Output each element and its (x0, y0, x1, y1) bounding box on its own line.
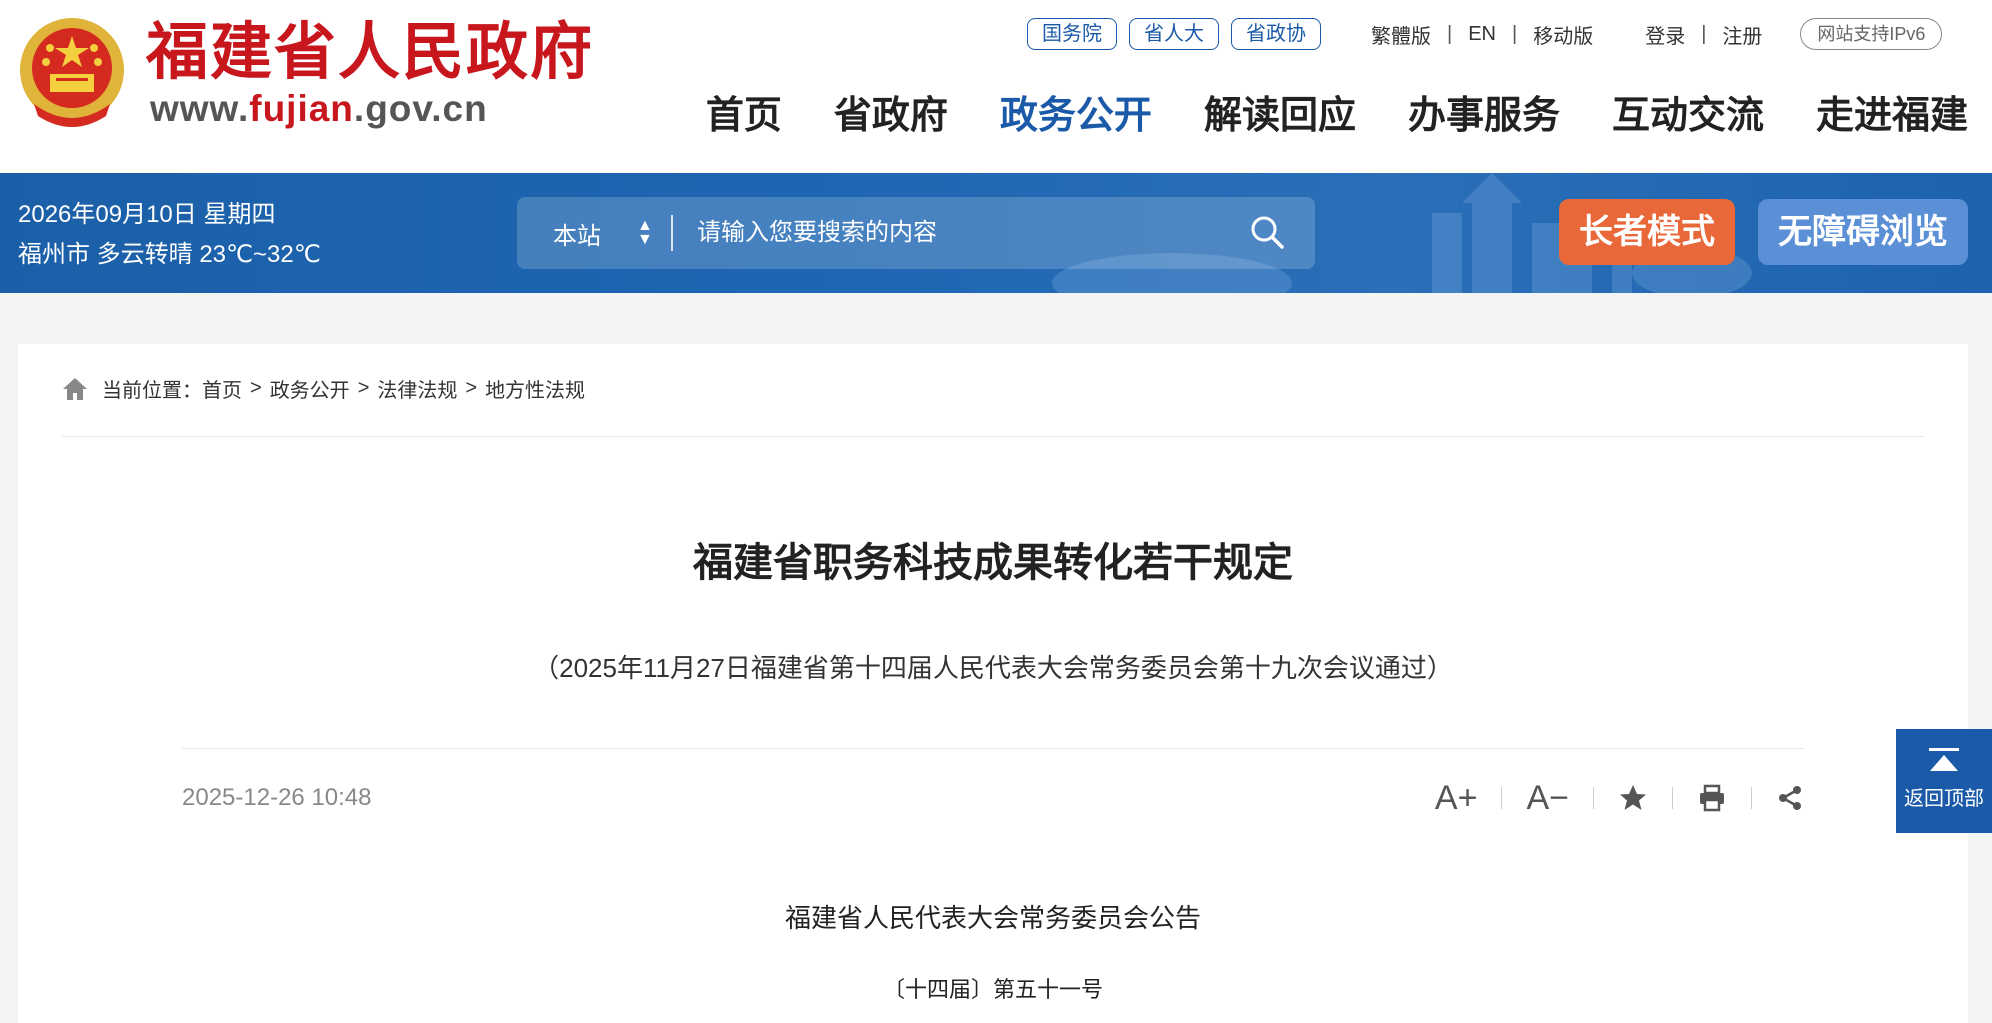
link-state-council[interactable]: 国务院 (1027, 18, 1117, 50)
font-smaller-button[interactable]: A− (1526, 776, 1569, 820)
breadcrumb: 当前位置： 首页 > 政务公开 > 法律法规 > 地方性法规 (62, 374, 585, 403)
top-links: 国务院 省人大 省政协 繁體版 | EN | 移动版 登录 | 注册 网站支持I… (1027, 18, 1943, 50)
arrow-up-icon (1929, 748, 1959, 771)
star-icon[interactable] (1618, 776, 1648, 820)
breadcrumb-separator: > (250, 377, 262, 399)
body-heading: 福建省人民代表大会常务委员会公告 (784, 904, 1201, 933)
search-band: 2026年09月10日 星期四 福州市 多云转晴 23℃~32℃ 本站 ▲▼ 长… (0, 173, 1992, 293)
article-tools: A+ A− (1435, 776, 1804, 820)
link-english[interactable]: EN (1468, 23, 1496, 46)
weather: 福州市 多云转晴 23℃~32℃ (18, 241, 321, 268)
breadcrumb-gov-affairs[interactable]: 政务公开 (270, 374, 350, 403)
nav-interpretation[interactable]: 解读回应 (1204, 88, 1356, 144)
separator: | (1447, 22, 1453, 45)
link-mobile[interactable]: 移动版 (1533, 20, 1593, 49)
body-document-number: 〔十四届〕第五十一号 (882, 977, 1103, 1002)
breadcrumb-separator: > (357, 377, 370, 399)
updown-arrows-icon[interactable]: ▲ ▼ (637, 218, 653, 248)
share-icon[interactable] (1776, 776, 1804, 820)
article-subtitle: （2025年11月27日福建省第十四届人民代表大会常务委员会第十九次会议通过） (533, 653, 1453, 683)
breadcrumb-home[interactable]: 首页 (202, 374, 242, 403)
language-links: 繁體版 | EN | 移动版 (1371, 20, 1593, 49)
publish-time: 2025-12-26 10:48 (182, 784, 372, 811)
back-to-top-label: 返回顶部 (1904, 788, 1984, 810)
current-date: 2026年09月10日 星期四 (18, 201, 276, 228)
article-title: 福建省职务科技成果转化若干规定 (693, 541, 1293, 585)
link-traditional[interactable]: 繁體版 (1371, 20, 1431, 49)
tool-separator (1672, 787, 1673, 809)
nav-about-fujian[interactable]: 走进福建 (1816, 88, 1968, 144)
site-url[interactable]: www.fujian.gov.cn (150, 88, 488, 130)
nav-government[interactable]: 省政府 (834, 88, 948, 144)
meta-divider (182, 748, 1804, 749)
accessible-browse-button[interactable]: 无障碍浏览 (1758, 199, 1968, 265)
register-link[interactable]: 注册 (1722, 20, 1762, 49)
content-card: 当前位置： 首页 > 政务公开 > 法律法规 > 地方性法规 福建省职务科技成果… (18, 344, 1968, 1023)
separator: | (1701, 22, 1707, 45)
ipv6-badge: 网站支持IPv6 (1800, 18, 1943, 50)
print-icon[interactable] (1697, 776, 1727, 820)
breadcrumb-separator: > (465, 377, 478, 399)
search-input[interactable] (697, 219, 1237, 247)
nav-services[interactable]: 办事服务 (1408, 88, 1560, 144)
nav-gov-affairs[interactable]: 政务公开 (1000, 88, 1152, 144)
separator: | (1512, 22, 1518, 45)
home-icon (63, 377, 87, 400)
back-to-top-button[interactable]: 返回顶部 (1896, 729, 1992, 833)
url-domain: fujian (249, 88, 354, 129)
url-suffix: .gov.cn (353, 88, 488, 129)
site-header: 福建省人民政府 www.fujian.gov.cn 国务院 省人大 省政协 繁體… (0, 0, 1992, 173)
login-link[interactable]: 登录 (1645, 20, 1685, 49)
search-bar: 本站 ▲ ▼ (517, 197, 1315, 269)
url-prefix: www. (150, 88, 250, 129)
main-nav: 首页 省政府 政务公开 解读回应 办事服务 互动交流 走进福建 (654, 88, 1968, 144)
search-divider (671, 215, 673, 251)
tool-separator (1501, 787, 1503, 809)
nav-interaction[interactable]: 互动交流 (1612, 88, 1764, 144)
date-weather: 2026年09月10日 星期四 福州市 多云转晴 23℃~32℃ (18, 195, 321, 275)
search-icon[interactable] (1249, 214, 1285, 250)
breadcrumb-prefix: 当前位置： (102, 380, 202, 402)
link-provincial-cppcc[interactable]: 省政协 (1231, 18, 1321, 50)
tool-separator (1751, 787, 1752, 809)
search-scope-select[interactable]: 本站 (553, 216, 607, 251)
site-title[interactable]: 福建省人民政府 (146, 18, 594, 88)
link-provincial-congress[interactable]: 省人大 (1129, 18, 1219, 50)
breadcrumb-laws[interactable]: 法律法规 (377, 374, 457, 403)
auth-links: 登录 | 注册 (1645, 20, 1762, 49)
breadcrumb-local-regulations[interactable]: 地方性法规 (485, 374, 585, 403)
national-emblem-icon[interactable] (16, 14, 128, 132)
nav-home[interactable]: 首页 (706, 88, 782, 144)
font-larger-button[interactable]: A+ (1435, 776, 1478, 820)
elder-mode-button[interactable]: 长者模式 (1559, 199, 1735, 265)
tool-separator (1593, 787, 1594, 809)
breadcrumb-divider (62, 436, 1924, 437)
